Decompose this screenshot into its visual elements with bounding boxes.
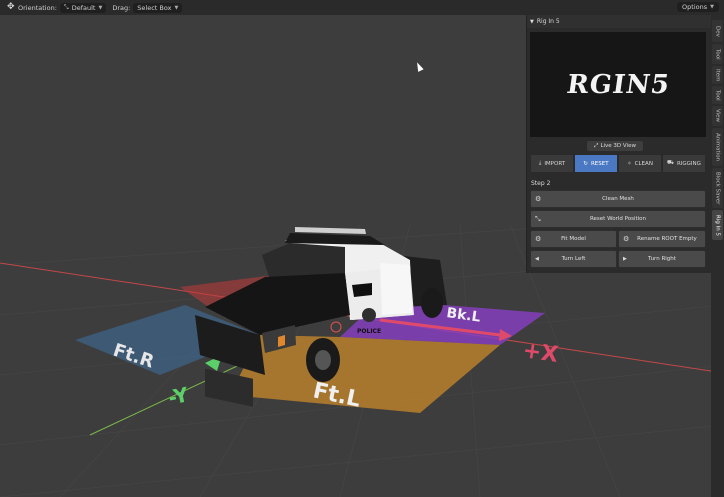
options-label: Options — [682, 3, 708, 11]
reset-world-position-button[interactable]: ⤡ Reset World Position — [530, 210, 706, 228]
panel-header[interactable]: ▼ Rig In 5 — [527, 15, 712, 28]
gear-icon: ⚙ — [623, 235, 630, 243]
addon-logo: RGIN5 — [530, 32, 706, 137]
viewport-header: ✥ Orientation: ⤡ Default ▼ Drag: Select … — [0, 0, 724, 15]
drag-label: Drag: — [112, 3, 131, 12]
clean-mesh-button[interactable]: ⚙ Clean Mesh — [530, 190, 706, 208]
turn-right-label: Turn Right — [648, 256, 676, 262]
rig-in-5-panel: ▼ Rig In 5 RGIN5 ⤢ Live 3D View ⤓ IMPORT… — [526, 15, 712, 273]
tab-rigging[interactable]: ⛟ RIGGING — [662, 154, 706, 173]
transform-gizmo-icon[interactable]: ✥ — [7, 2, 15, 12]
reset-world-label: Reset World Position — [589, 216, 647, 222]
pivot-marker — [330, 321, 342, 333]
rear-wheel — [421, 288, 443, 318]
police-badge — [362, 308, 376, 322]
options-dropdown[interactable]: Options ▼ — [677, 2, 719, 12]
sidebar-tab-block-saver[interactable]: Block Saver — [712, 168, 723, 208]
sidebar-tab-rig-in-5[interactable]: Rig In 5 — [712, 210, 723, 240]
arrow-right-icon: ▶ — [623, 256, 627, 262]
sidebar-tab-label: Rig In 5 — [714, 214, 721, 236]
fit-model-button[interactable]: ⚙ Fit Model — [530, 230, 617, 248]
live-view-label: Live 3D View — [600, 143, 636, 149]
turn-left-label: Turn Left — [561, 256, 586, 262]
sidebar-tab-tool-extra[interactable]: Tool — [712, 44, 723, 64]
logo-text: RGIN5 — [564, 69, 672, 100]
chevron-down-icon: ▼ — [530, 18, 534, 25]
expand-icon: ⤢ — [594, 142, 599, 149]
car-icon: ⛟ — [667, 160, 674, 166]
blender-window: ✥ Orientation: ⤡ Default ▼ Drag: Select … — [0, 0, 724, 497]
orientation-value: Default — [71, 3, 96, 12]
rear-door-white — [380, 263, 412, 315]
turn-left-button[interactable]: ◀ Turn Left — [530, 250, 617, 268]
mirror — [352, 283, 372, 297]
chevron-down-icon: ▼ — [710, 4, 714, 10]
tab-clean-label: CLEAN — [634, 160, 653, 167]
sidebar-tab-label: Dev — [714, 25, 721, 37]
sidebar-tab-label: Block Saver — [714, 171, 721, 205]
rename-root-empty-button[interactable]: ⚙ Rename ROOT Empty — [618, 230, 706, 248]
sidebar-tab-label: View — [714, 109, 721, 123]
sidebar-tab-item[interactable]: Item — [712, 66, 723, 84]
live-3d-view-button[interactable]: ⤢ Live 3D View — [587, 141, 643, 151]
sidebar-tab-label: Item — [714, 68, 721, 82]
drag-dropdown[interactable]: Select Box ▼ — [133, 2, 183, 13]
reset-icon: ↻ — [583, 160, 588, 167]
label-plus-x: +X — [521, 338, 560, 368]
clean-mesh-label: Clean Mesh — [602, 196, 634, 202]
sidebar-tab-dev[interactable]: Dev — [712, 20, 723, 42]
import-icon: ⤓ — [538, 160, 542, 166]
rename-root-label: Rename ROOT Empty — [637, 236, 697, 242]
gear-icon: ⚙ — [535, 235, 542, 243]
tab-import[interactable]: ⤓ IMPORT — [530, 154, 574, 173]
drag-value: Select Box — [137, 3, 172, 12]
panel-title: Rig In 5 — [536, 18, 560, 25]
drag-group: Drag: Select Box ▼ — [112, 2, 183, 13]
orientation-dropdown[interactable]: ⤡ Default ▼ — [59, 2, 107, 13]
orientation-icon: ⤡ — [63, 3, 69, 11]
fit-model-label: Fit Model — [561, 236, 586, 242]
world-origin-icon: ⤡ — [535, 215, 541, 223]
police-text: POLICE — [357, 328, 381, 335]
orientation-label: Orientation: — [18, 3, 57, 12]
sidebar-tab-view[interactable]: View — [712, 106, 723, 126]
orientation-group: Orientation: ⤡ Default ▼ — [18, 2, 107, 13]
lightbar — [295, 227, 366, 234]
chevron-down-icon: ▼ — [98, 4, 103, 11]
arrow-left-icon: ◀ — [535, 256, 539, 262]
tab-rigging-label: RIGGING — [676, 160, 701, 167]
sidebar-tab-label: Tool — [714, 89, 721, 101]
chevron-down-icon: ▼ — [174, 4, 179, 11]
step-label: Step 2 — [531, 180, 551, 187]
tab-clean[interactable]: ✧ CLEAN — [618, 154, 662, 173]
label-minus-y: -Y — [166, 382, 191, 410]
sidebar-tab-label: Animation — [714, 132, 721, 162]
truck-roof — [285, 233, 385, 245]
sidebar-tab-strip: Dev Tool Item Tool View Animation Block … — [711, 15, 724, 497]
front-wheel-hub — [315, 350, 331, 370]
sidebar-tab-animation[interactable]: Animation — [712, 128, 723, 166]
clean-icon: ✧ — [627, 160, 632, 167]
orange-marker — [278, 335, 285, 347]
sidebar-tab-tool[interactable]: Tool — [712, 86, 723, 104]
tab-reset[interactable]: ↻ RESET — [574, 154, 618, 173]
gear-icon: ⚙ — [535, 195, 542, 203]
panel-tabs: ⤓ IMPORT ↻ RESET ✧ CLEAN ⛟ RIGGING — [530, 154, 706, 173]
tab-import-label: IMPORT — [544, 160, 566, 167]
tab-reset-label: RESET — [590, 160, 609, 167]
sidebar-tab-label: Tool — [714, 48, 721, 60]
turn-right-button[interactable]: ▶ Turn Right — [618, 250, 706, 268]
